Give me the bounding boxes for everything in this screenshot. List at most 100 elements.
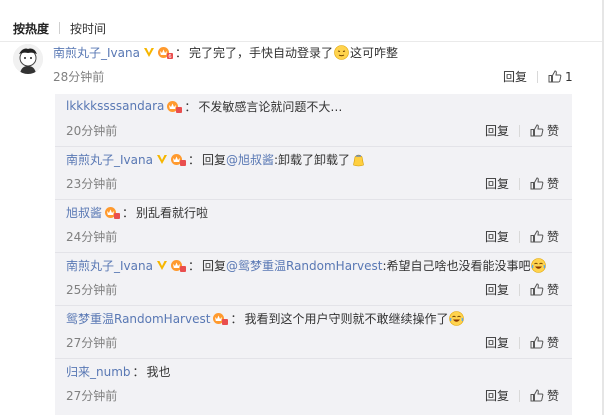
reply-line: 南煎丸子_Ivana ： 回复 @旭叔酱 :卸载了卸载了 (66, 151, 367, 167)
like-button[interactable]: 赞 (530, 334, 559, 351)
action-divider (537, 70, 539, 83)
sort-by-time-tab[interactable]: 按时间 (70, 20, 106, 37)
reply-item: 旭叔酱 ： 别乱看就行啦 24分钟前 回复 赞 (55, 200, 572, 253)
reply-separator: ： (187, 258, 200, 273)
comment-timestamp: 28分钟前 (53, 70, 105, 84)
comment-username[interactable]: 南煎丸子_Ivana (53, 44, 140, 61)
reply-item: 南煎丸子_Ivana ： 回复 @鸳梦重温RandomHarvest :希望自己… (55, 253, 572, 306)
like-label: 赞 (547, 177, 560, 191)
reply-actions: 回复 赞 (485, 334, 559, 351)
svg-text:6: 6 (168, 54, 171, 59)
avatar-image (13, 44, 43, 74)
sort-separator (59, 22, 61, 34)
like-label: 赞 (547, 230, 560, 244)
reply-username[interactable]: 归来_numb (66, 363, 131, 380)
reply-line: lkkkkssssandara ： 不发敏感言论就问题不大… (66, 98, 342, 114)
thumbs-up-icon (530, 389, 544, 402)
reply-text: 我看到这个用户守则就不敢继续操作了 (244, 311, 449, 326)
reply-mention[interactable]: @鸳梦重温RandomHarvest (226, 257, 382, 274)
reply-button[interactable]: 回复 (485, 122, 509, 139)
like-button[interactable]: 赞 (530, 175, 559, 192)
thumbs-up-icon (530, 124, 544, 137)
like-button[interactable]: 赞 (530, 387, 559, 404)
reply-timestamp: 27分钟前 (66, 389, 118, 403)
reply-prefix: 回复 (201, 152, 226, 167)
reply-username[interactable]: 南煎丸子_Ivana (66, 257, 153, 274)
reply-button[interactable]: 回复 (485, 334, 509, 351)
action-divider (519, 124, 521, 137)
reply-text: :希望自己啥也没看能没事吧 (382, 258, 531, 273)
thumbs-up-icon (530, 283, 544, 296)
like-label: 赞 (547, 283, 560, 297)
like-button[interactable]: 赞 (530, 281, 559, 298)
like-label: 赞 (547, 389, 560, 403)
main-comment-line: 南煎丸子_Ivana 6 ： 完了完了，手快自动登录了 这可咋整 (53, 44, 398, 60)
reply-actions: 回复 赞 (485, 122, 559, 139)
main-comment: 南煎丸子_Ivana 6 ： 完了完了，手快自动登录了 这可咋整 28分钟前 回… (0, 42, 604, 89)
replies-panel: lkkkkssssandara ： 不发敏感言论就问题不大… 20分钟前 回复 … (55, 94, 572, 415)
like-label: 赞 (547, 336, 560, 350)
comment-text-tail: 这可咋整 (350, 45, 399, 60)
like-button[interactable]: 赞 (530, 228, 559, 245)
thumbs-up-icon (530, 177, 544, 190)
reply-username[interactable]: lkkkkssssandara (66, 99, 164, 113)
thumbs-up-icon (548, 70, 562, 83)
reply-button[interactable]: 回复 (485, 228, 509, 245)
reply-item: 鸳梦重温RandomHarvest ： 我看到这个用户守则就不敢继续操作了 27… (55, 306, 572, 359)
action-divider (519, 336, 521, 349)
vip-crown-icon (212, 312, 229, 325)
vip-crown-icon (166, 100, 183, 113)
reply-username[interactable]: 鸳梦重温RandomHarvest (66, 310, 210, 327)
like-button[interactable]: 1 (548, 70, 573, 84)
reply-separator: ： (187, 152, 200, 167)
reply-timestamp: 24分钟前 (66, 230, 118, 244)
reply-prefix: 回复 (201, 258, 226, 273)
reply-actions: 回复 赞 (485, 228, 559, 245)
sweat-smile-emoji-icon (334, 44, 349, 60)
reply-button[interactable]: 回复 (485, 387, 509, 404)
verified-v-icon (156, 153, 168, 166)
reply-button[interactable]: 回复 (503, 68, 527, 85)
reply-line: 鸳梦重温RandomHarvest ： 我看到这个用户守则就不敢继续操作了 (66, 310, 465, 326)
reply-mention[interactable]: @旭叔酱 (226, 151, 274, 168)
sort-by-hot-tab[interactable]: 按热度 (13, 20, 49, 37)
reply-username[interactable]: 南煎丸子_Ivana (66, 151, 153, 168)
like-button[interactable]: 赞 (530, 122, 559, 139)
reply-text: 别乱看就行啦 (136, 205, 209, 220)
action-divider (519, 389, 521, 402)
reply-text: :卸载了卸载了 (274, 152, 351, 167)
avatar[interactable] (13, 44, 43, 74)
vip-crown-icon (170, 153, 186, 166)
comment-text: 完了完了，手快自动登录了 (188, 45, 333, 60)
reply-actions: 回复 赞 (485, 175, 559, 192)
action-divider (519, 177, 521, 190)
vip-crown-icon: 6 (157, 46, 173, 59)
laugh-cry-emoji-icon (449, 310, 465, 326)
reply-button[interactable]: 回复 (485, 175, 509, 192)
reply-item: lkkkkssssandara ： 不发敏感言论就问题不大… 20分钟前 回复 … (55, 94, 572, 147)
reply-item: 南煎丸子_Ivana ： 回复 @旭叔酱 :卸载了卸载了 23分钟前 回复 赞 (55, 147, 572, 200)
action-divider (519, 283, 521, 296)
comment-actions: 回复 1 (503, 68, 573, 85)
reply-text: 我也 (146, 364, 171, 379)
reply-line: 南煎丸子_Ivana ： 回复 @鸳梦重温RandomHarvest :希望自己… (66, 257, 547, 273)
reply-item: 归来_numb ： 我也 27分钟前 回复 赞 (55, 359, 572, 412)
reply-actions: 回复 赞 (485, 387, 559, 404)
action-divider (519, 230, 521, 243)
reply-actions: 回复 赞 (485, 281, 559, 298)
verified-v-icon (143, 46, 155, 59)
comment-separator: ： (174, 45, 187, 60)
laugh-cry-emoji-icon (531, 257, 547, 273)
sort-bar: 按热度 按时间 (13, 20, 106, 36)
reply-separator: ： (184, 99, 197, 114)
reply-button[interactable]: 回复 (485, 281, 509, 298)
reply-timestamp: 23分钟前 (66, 177, 118, 191)
reply-text: 不发敏感言论就问题不大… (198, 99, 343, 114)
bag-emoji-icon (351, 152, 366, 167)
thumbs-up-icon (530, 230, 544, 243)
verified-v-icon (156, 259, 168, 272)
reply-timestamp: 27分钟前 (66, 336, 118, 350)
reply-username[interactable]: 旭叔酱 (66, 204, 102, 221)
like-count: 1 (565, 69, 573, 84)
reply-separator: ： (122, 205, 135, 220)
